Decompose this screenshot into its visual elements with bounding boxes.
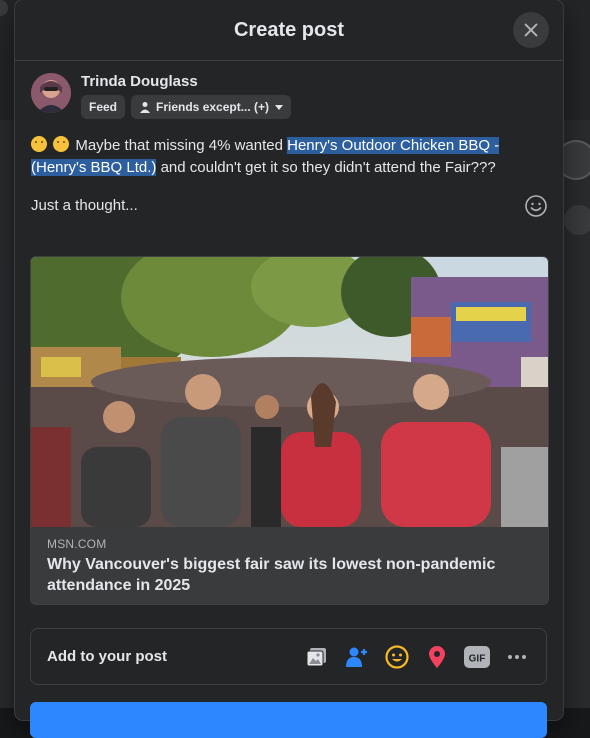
close-button[interactable] xyxy=(513,12,549,48)
thinking-face-emoji xyxy=(53,136,70,152)
dialog-header: Create post xyxy=(15,0,563,61)
post-button[interactable] xyxy=(30,702,547,738)
post-text-after: and couldn't get it so they didn't atten… xyxy=(156,159,496,176)
create-post-dialog: Create post Trinda Douglass Feed Friends… xyxy=(15,0,563,738)
photo-video-icon[interactable] xyxy=(304,644,330,670)
privacy-selector[interactable]: Friends except... (+) xyxy=(131,95,292,119)
add-to-post-label: Add to your post xyxy=(47,648,167,665)
gif-icon[interactable]: GIF xyxy=(464,644,490,670)
person-icon xyxy=(140,102,151,113)
emoji-picker-icon[interactable] xyxy=(524,194,548,218)
close-icon xyxy=(524,23,538,37)
check-in-icon[interactable] xyxy=(424,644,450,670)
chevron-down-icon xyxy=(275,104,284,110)
link-preview-card[interactable]: MSN.COM Why Vancouver's biggest fair saw… xyxy=(30,256,549,605)
thinking-face-emoji xyxy=(31,136,47,152)
gif-label: GIF xyxy=(469,653,486,664)
add-to-post-bar: Add to your post GIF xyxy=(30,628,547,685)
link-preview-image xyxy=(31,257,548,527)
audience-label: Feed xyxy=(89,100,118,114)
author-name[interactable]: Trinda Douglass xyxy=(81,73,291,93)
post-author: Trinda Douglass Feed Friends except... (… xyxy=(31,73,292,119)
link-source: MSN.COM xyxy=(47,537,107,551)
tag-people-icon[interactable] xyxy=(344,644,370,670)
post-text-before: Maybe that missing 4% wanted xyxy=(75,137,288,154)
background-avatar xyxy=(0,0,8,16)
audience-chip[interactable]: Feed xyxy=(81,95,126,119)
post-second-line: Just a thought... xyxy=(31,197,138,214)
feeling-icon[interactable] xyxy=(384,644,410,670)
link-title: Why Vancouver's biggest fair saw its low… xyxy=(47,556,496,594)
avatar[interactable] xyxy=(31,73,71,113)
privacy-label: Friends except... (+) xyxy=(156,100,270,114)
more-icon[interactable] xyxy=(504,644,530,670)
dialog-title: Create post xyxy=(233,18,345,41)
post-text-input[interactable]: Maybe that missing 4% wanted Henry's Out… xyxy=(31,135,531,179)
background-shortcut-2 xyxy=(564,205,590,235)
